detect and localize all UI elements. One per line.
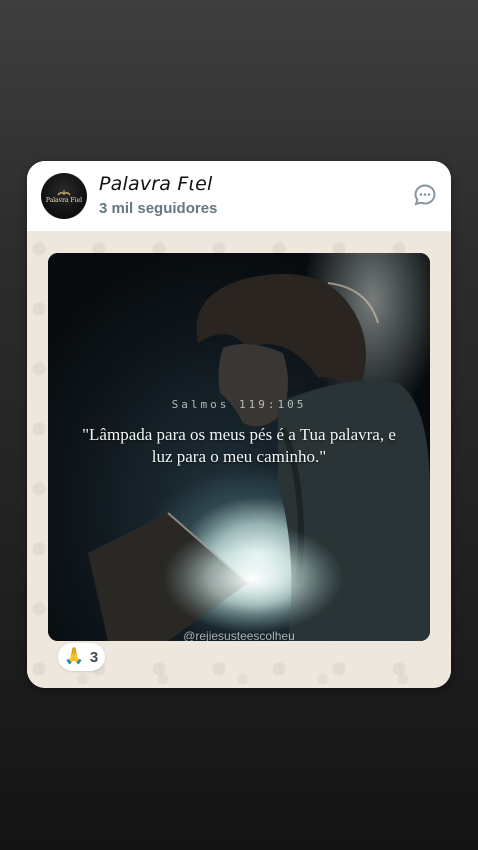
verse-text: "Lâmpada para os meus pés é a Tua palavr… [82, 425, 396, 466]
praying-hands-icon: 🙏 [64, 648, 84, 665]
reaction-count: 3 [89, 648, 99, 666]
image-watermark: @rejiesusteescolheu [183, 629, 295, 641]
channel-header[interactable]: Palavra Fiel Palavra Fιel 3 mil seguidor… [27, 161, 451, 231]
post-image[interactable]: Salmos 119:105 "Lâmpada para os meus pés… [48, 253, 430, 641]
verse-reference: Salmos 119:105 [171, 398, 307, 411]
channel-post-card: Palavra Fiel Palavra Fιel 3 mil seguidor… [27, 161, 451, 688]
message-reply-icon[interactable] [413, 183, 437, 207]
channel-avatar[interactable]: Palavra Fiel [41, 173, 87, 219]
avatar-logo-mark [57, 189, 71, 197]
follower-count: 3 mil seguidores [99, 200, 218, 217]
channel-name[interactable]: Palavra Fιel [99, 173, 213, 195]
avatar-label: Palavra Fiel [45, 196, 83, 204]
reaction-pill[interactable]: 🙏 3 [58, 643, 106, 671]
